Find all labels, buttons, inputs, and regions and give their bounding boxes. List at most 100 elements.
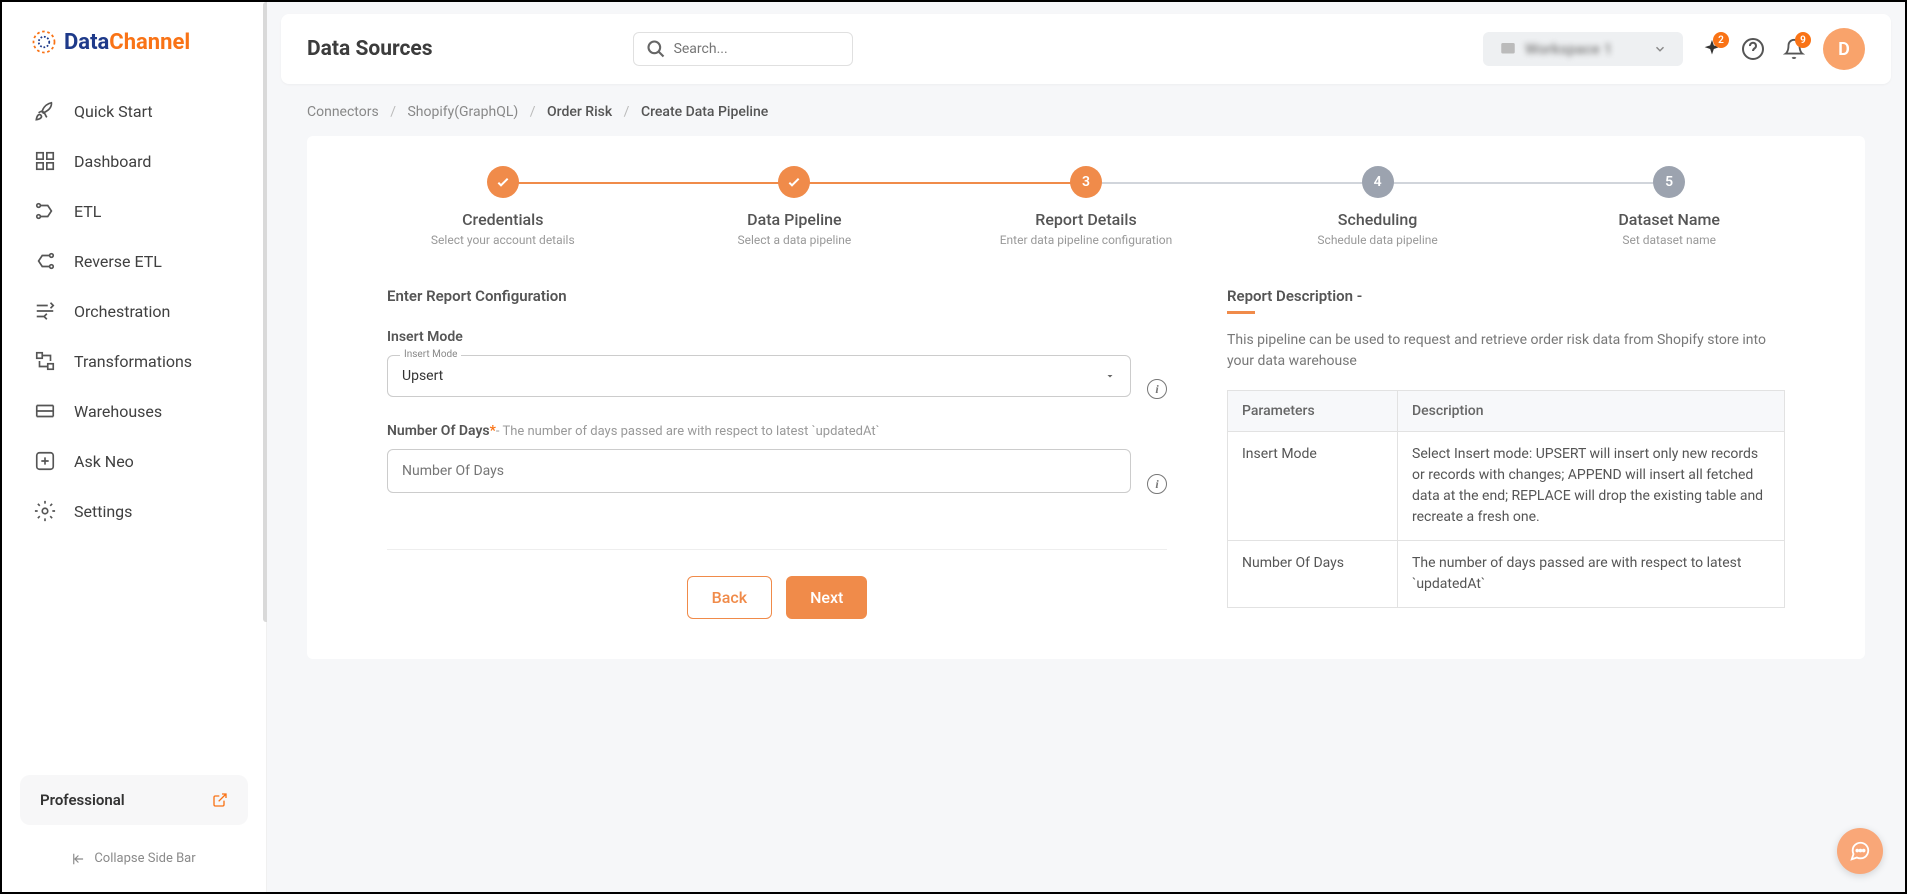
table-row: Insert Mode Select Insert mode: UPSERT w… xyxy=(1228,432,1785,541)
plan-box[interactable]: Professional xyxy=(20,775,248,825)
sidebar-item-label: Orchestration xyxy=(74,302,170,321)
step-report-details[interactable]: 3 Report Details Enter data pipeline con… xyxy=(940,166,1232,247)
grid-icon xyxy=(34,150,56,172)
workspace-selector[interactable]: Workspace 1 xyxy=(1483,32,1683,66)
description-divider xyxy=(1227,311,1255,314)
orchestration-icon xyxy=(34,300,56,322)
sidebar-item-label: Reverse ETL xyxy=(74,252,162,271)
step-title: Data Pipeline xyxy=(747,210,841,229)
button-row: Back Next xyxy=(387,549,1167,619)
step-data-pipeline[interactable]: Data Pipeline Select a data pipeline xyxy=(649,166,941,247)
main: Data Sources Workspace 1 2 xyxy=(267,2,1905,892)
logo-icon xyxy=(30,28,58,56)
sidebar-item-label: Transformations xyxy=(74,352,192,371)
step-credentials[interactable]: Credentials Select your account details xyxy=(357,166,649,247)
stepper: Credentials Select your account details … xyxy=(357,166,1815,247)
days-label: Number Of Days*- The number of days pass… xyxy=(387,423,1167,439)
sidebar-item-label: Quick Start xyxy=(74,102,153,121)
step-sub: Set dataset name xyxy=(1622,233,1716,247)
table-row: Number Of Days The number of days passed… xyxy=(1228,541,1785,608)
insert-mode-label: Insert Mode xyxy=(387,329,1167,345)
search-icon xyxy=(646,39,666,59)
sidebar: DataChannel Quick Start Dashboard ETL Re… xyxy=(2,2,267,892)
days-input[interactable] xyxy=(388,450,1130,492)
sidebar-item-warehouses[interactable]: Warehouses xyxy=(16,386,252,436)
step-num: 3 xyxy=(1070,166,1102,198)
insert-mode-select[interactable]: Insert Mode Upsert xyxy=(387,355,1131,397)
sidebar-item-dashboard[interactable]: Dashboard xyxy=(16,136,252,186)
search-input[interactable] xyxy=(674,41,852,57)
workspace-name: Workspace 1 xyxy=(1525,40,1645,58)
avatar[interactable]: D xyxy=(1823,28,1865,70)
rocket-icon xyxy=(34,100,56,122)
database-icon xyxy=(34,400,56,422)
step-sub: Schedule data pipeline xyxy=(1317,233,1437,247)
days-info[interactable]: i xyxy=(1147,474,1167,494)
breadcrumb-order-risk: Order Risk xyxy=(547,104,612,120)
sidebar-item-label: Dashboard xyxy=(74,152,151,171)
insert-mode-value: Upsert xyxy=(402,368,1104,384)
plan-label: Professional xyxy=(40,791,125,809)
sidebar-item-quick-start[interactable]: Quick Start xyxy=(16,86,252,136)
breadcrumb-connectors[interactable]: Connectors xyxy=(307,104,379,120)
notifications-badge: 9 xyxy=(1795,32,1811,48)
parameters-table: Parameters Description Insert Mode Selec… xyxy=(1227,390,1785,608)
collapse-sidebar[interactable]: Collapse Side Bar xyxy=(2,843,266,874)
page-title: Data Sources xyxy=(307,37,433,61)
breadcrumb-create-pipeline: Create Data Pipeline xyxy=(641,104,768,120)
desc-cell: The number of days passed are with respe… xyxy=(1398,541,1785,608)
logo[interactable]: DataChannel xyxy=(2,20,266,86)
next-button[interactable]: Next xyxy=(786,576,867,619)
collapse-icon xyxy=(72,852,86,866)
desc-cell: Select Insert mode: UPSERT will insert o… xyxy=(1398,432,1785,541)
dropdown-arrow-icon xyxy=(1104,370,1116,382)
sidebar-item-settings[interactable]: Settings xyxy=(16,486,252,536)
step-dataset-name[interactable]: 5 Dataset Name Set dataset name xyxy=(1523,166,1815,247)
step-num: 5 xyxy=(1653,166,1685,198)
sparkle-badge: 2 xyxy=(1713,32,1729,48)
chat-fab[interactable] xyxy=(1837,828,1883,874)
step-sub: Select a data pipeline xyxy=(738,233,852,247)
step-sub: Select your account details xyxy=(431,233,575,247)
collapse-label: Collapse Side Bar xyxy=(94,851,195,866)
sparkle-button[interactable]: 2 xyxy=(1701,38,1723,60)
report-description-panel: Report Description - This pipeline can b… xyxy=(1227,287,1785,619)
sidebar-item-orchestration[interactable]: Orchestration xyxy=(16,286,252,336)
insert-mode-info[interactable]: i xyxy=(1147,379,1167,399)
sidebar-item-etl[interactable]: ETL xyxy=(16,186,252,236)
search-box[interactable] xyxy=(633,32,853,66)
insert-mode-float-label: Insert Mode xyxy=(400,349,461,360)
help-button[interactable] xyxy=(1741,37,1765,61)
topbar: Data Sources Workspace 1 2 xyxy=(281,14,1891,84)
nav: Quick Start Dashboard ETL Reverse ETL Or… xyxy=(2,86,266,775)
back-button[interactable]: Back xyxy=(687,576,772,619)
sidebar-item-transformations[interactable]: Transformations xyxy=(16,336,252,386)
plus-square-icon xyxy=(34,450,56,472)
step-title: Scheduling xyxy=(1338,210,1418,229)
step-sub: Enter data pipeline configuration xyxy=(1000,233,1173,247)
description-title: Report Description - xyxy=(1227,287,1785,305)
chevron-down-icon xyxy=(1653,42,1667,56)
sidebar-item-reverse-etl[interactable]: Reverse ETL xyxy=(16,236,252,286)
form-section-title: Enter Report Configuration xyxy=(387,287,1167,305)
desc-col-header: Description xyxy=(1398,391,1785,432)
logo-text-2: Channel xyxy=(109,30,190,55)
breadcrumb-shopify[interactable]: Shopify(GraphQL) xyxy=(407,104,518,120)
description-text: This pipeline can be used to request and… xyxy=(1227,330,1785,372)
workspace-icon xyxy=(1499,40,1517,58)
breadcrumb: Connectors / Shopify(GraphQL) / Order Ri… xyxy=(267,84,1905,130)
sidebar-item-label: Ask Neo xyxy=(74,452,134,471)
reverse-etl-icon xyxy=(34,250,56,272)
sidebar-item-label: ETL xyxy=(74,202,101,221)
notifications-button[interactable]: 9 xyxy=(1783,38,1805,60)
external-link-icon xyxy=(212,792,228,808)
step-scheduling[interactable]: 4 Scheduling Schedule data pipeline xyxy=(1232,166,1524,247)
step-num: 4 xyxy=(1362,166,1394,198)
param-cell: Insert Mode xyxy=(1228,432,1398,541)
sidebar-item-label: Warehouses xyxy=(74,402,162,421)
form-left: Enter Report Configuration Insert Mode I… xyxy=(387,287,1167,619)
step-title: Dataset Name xyxy=(1618,210,1720,229)
sidebar-item-ask-neo[interactable]: Ask Neo xyxy=(16,436,252,486)
transformations-icon xyxy=(34,350,56,372)
step-title: Credentials xyxy=(462,210,543,229)
